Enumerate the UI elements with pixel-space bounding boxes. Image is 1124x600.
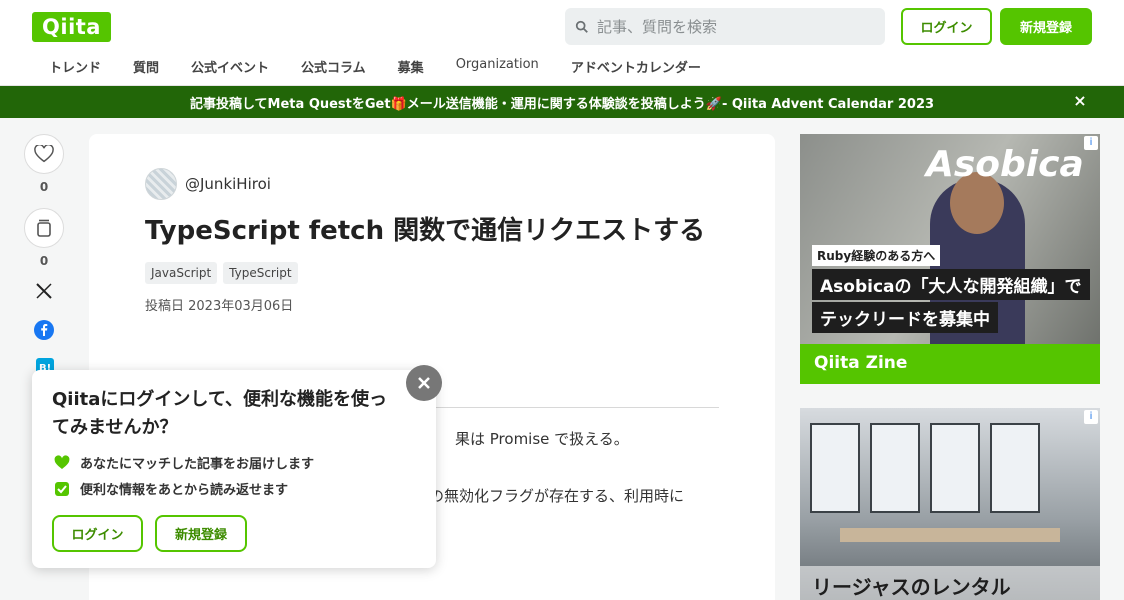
facebook-icon <box>34 320 54 340</box>
ad-table <box>840 528 1060 542</box>
nav-official-columns[interactable]: 公式コラム <box>301 54 366 79</box>
like-button[interactable] <box>24 134 64 174</box>
close-icon[interactable]: × <box>1072 93 1088 109</box>
popup-close-button[interactable] <box>406 365 442 401</box>
x-logo-icon <box>36 283 52 299</box>
ad-headline: リージャスのレンタル <box>800 566 1100 600</box>
popup-title: Qiitaにログインして、便利な機能を使ってみませんか？ <box>52 389 387 438</box>
ad-logo: Asobica <box>926 144 1084 185</box>
nav-recruiting[interactable]: 募集 <box>398 54 424 79</box>
stock-button[interactable] <box>24 208 64 248</box>
ad-headline: Asobicaの「大人な開発組織」で <box>812 269 1090 300</box>
ad-banner-regus[interactable]: リージャスのレンタル i <box>800 408 1100 600</box>
campaign-banner[interactable]: 記事投稿してMeta QuestをGet🎁メール送信機能・運用に関する体験談を投… <box>0 86 1124 118</box>
stock-check-icon <box>55 481 69 496</box>
heart-icon <box>54 454 70 469</box>
like-count: 0 <box>39 180 49 194</box>
qiita-logo[interactable]: Qiita <box>32 12 111 42</box>
ad-headline: テックリードを募集中 <box>812 302 998 333</box>
ad-window <box>930 423 980 513</box>
tag-javascript[interactable]: JavaScript <box>145 262 218 284</box>
feature-text: あなたにマッチした記事をお届けします <box>80 457 315 472</box>
ad-window <box>810 423 860 513</box>
article-action-rail: 0 0 B! <box>22 134 66 402</box>
global-nav: トレンド 質問 公式イベント 公式コラム 募集 Organization アドベ… <box>32 54 701 79</box>
close-icon <box>418 377 430 389</box>
facebook-share-button[interactable] <box>22 320 66 340</box>
nav-trend[interactable]: トレンド <box>49 54 101 79</box>
search-box[interactable] <box>565 8 885 45</box>
nav-organization[interactable]: Organization <box>456 54 539 79</box>
article-text-line: の無効化フラグが存在する、利用時に <box>429 487 685 505</box>
tag-typescript[interactable]: TypeScript <box>223 262 298 284</box>
banner-text[interactable]: 記事投稿してMeta QuestをGet🎁メール送信機能・運用に関する体験談を投… <box>190 93 934 112</box>
ad-chip: Ruby経験のある方へ <box>812 245 941 266</box>
posted-date: 投稿日 2023年03月06日 <box>145 299 294 314</box>
signup-button[interactable]: 新規登録 <box>1000 8 1092 45</box>
author-link[interactable]: @JunkiHiroi <box>145 168 271 200</box>
tag-list: JavaScript TypeScript <box>145 262 304 284</box>
nav-official-events[interactable]: 公式イベント <box>191 54 269 79</box>
search-icon <box>575 20 588 33</box>
ad-window <box>990 423 1040 513</box>
x-share-button[interactable] <box>22 282 66 300</box>
nav-advent-calendar[interactable]: アドベントカレンダー <box>571 54 701 79</box>
site-header: Qiita ログイン 新規登録 トレンド 質問 公式イベント 公式コラム 募集 … <box>0 0 1124 86</box>
login-button[interactable]: ログイン <box>901 8 992 45</box>
popup-login-button[interactable]: ログイン <box>52 515 143 552</box>
search-input[interactable] <box>597 17 867 36</box>
avatar[interactable] <box>145 168 177 200</box>
heart-icon <box>34 145 54 163</box>
stock-folder-icon <box>37 219 51 237</box>
feature-text: 便利な情報をあとから読み返せます <box>80 483 289 498</box>
popup-signup-button[interactable]: 新規登録 <box>155 515 247 552</box>
ad-info-icon[interactable]: i <box>1084 410 1098 424</box>
login-prompt-popup: Qiitaにログインして、便利な機能を使ってみませんか？ あなたにマッチした記事… <box>32 370 436 568</box>
ad-banner-asobica[interactable]: Asobica Ruby経験のある方へ Asobicaの「大人な開発組織」で テ… <box>800 134 1100 384</box>
feature-item: あなたにマッチした記事をお届けします <box>54 453 314 472</box>
article-text-line: 果は Promise で扱える。 <box>455 430 629 448</box>
ad-window <box>870 423 920 513</box>
ad-footer: Qiita Zine <box>800 344 1100 384</box>
article-title: TypeScript fetch 関数で通信リクエストする <box>145 216 706 246</box>
ad-info-icon[interactable]: i <box>1084 136 1098 150</box>
nav-questions[interactable]: 質問 <box>133 54 159 79</box>
stock-count: 0 <box>39 254 49 268</box>
feature-item: 便利な情報をあとから読み返せます <box>54 479 288 498</box>
author-name[interactable]: @JunkiHiroi <box>185 175 271 193</box>
